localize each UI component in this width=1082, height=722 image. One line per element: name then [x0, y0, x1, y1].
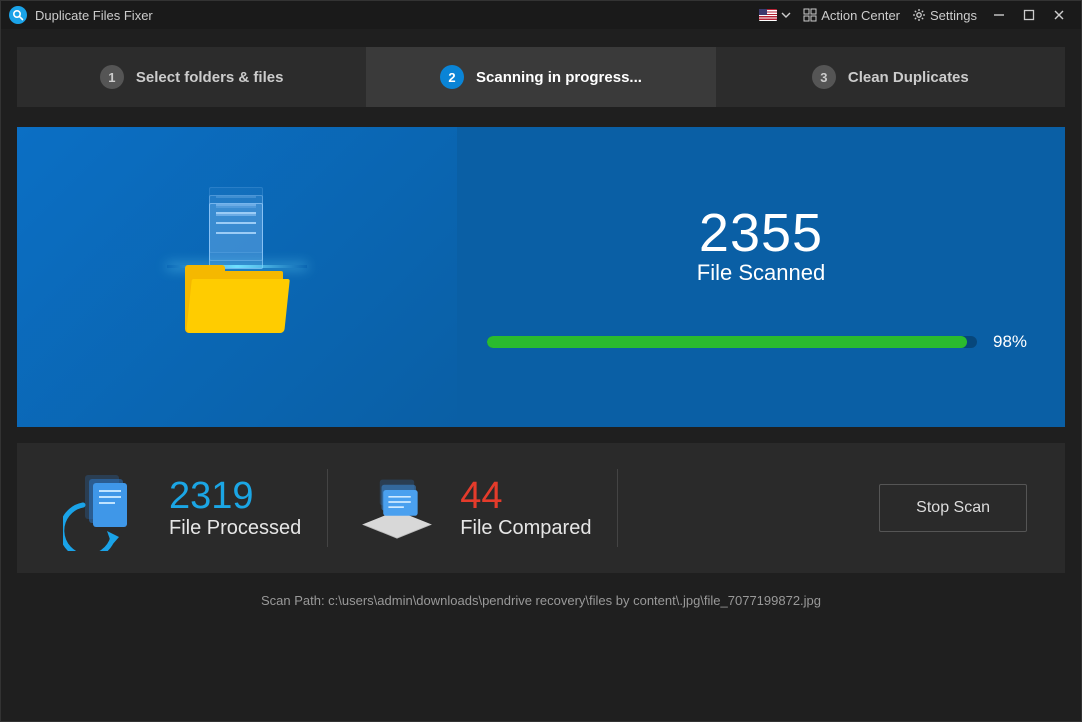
compared-label: File Compared [460, 517, 591, 540]
settings-label: Settings [930, 8, 977, 23]
step-label: Select folders & files [136, 69, 284, 86]
progress-row: 98% [487, 332, 1035, 352]
compared-icon [354, 465, 440, 551]
progress-fill [487, 336, 967, 348]
step-scanning[interactable]: 2 Scanning in progress... [366, 47, 715, 107]
files-scanned-label: File Scanned [697, 260, 825, 286]
step-clean-duplicates[interactable]: 3 Clean Duplicates [716, 47, 1065, 107]
stats-panel: 2319 File Processed 44 Fi [17, 443, 1065, 573]
app-title: Duplicate Files Fixer [35, 8, 153, 23]
maximize-button[interactable] [1015, 1, 1043, 29]
processed-icon [63, 465, 149, 551]
scan-status-area: 2355 File Scanned 98% [457, 127, 1065, 427]
step-label: Clean Duplicates [848, 69, 969, 86]
grid-icon [803, 8, 817, 22]
scan-path-text: Scan Path: c:\users\admin\downloads\pend… [1, 593, 1081, 608]
maximize-icon [1023, 9, 1035, 21]
progress-bar [487, 336, 977, 348]
processed-count: 2319 [169, 477, 301, 515]
step-select-folders[interactable]: 1 Select folders & files [17, 47, 366, 107]
step-number: 1 [100, 65, 124, 89]
app-window: Duplicate Files Fixer Action Center Sett… [0, 0, 1082, 722]
stat-compared: 44 File Compared [328, 465, 617, 551]
chevron-down-icon [781, 10, 791, 20]
steps-bar: 1 Select folders & files 2 Scanning in p… [17, 47, 1065, 107]
flag-us-icon [759, 9, 777, 21]
titlebar: Duplicate Files Fixer Action Center Sett… [1, 1, 1081, 29]
stat-processed: 2319 File Processed [37, 465, 327, 551]
compared-count: 44 [460, 477, 591, 515]
processed-label: File Processed [169, 517, 301, 540]
action-center-button[interactable]: Action Center [803, 8, 900, 23]
step-number: 3 [812, 65, 836, 89]
folder-scan-icon [167, 207, 307, 347]
close-button[interactable] [1045, 1, 1073, 29]
close-icon [1053, 9, 1065, 21]
stop-scan-button[interactable]: Stop Scan [879, 484, 1027, 532]
step-label: Scanning in progress... [476, 69, 642, 86]
step-number: 2 [440, 65, 464, 89]
language-selector[interactable] [759, 9, 791, 21]
divider [617, 469, 618, 547]
app-logo-icon [9, 6, 27, 24]
minimize-icon [993, 9, 1005, 21]
progress-percent: 98% [993, 332, 1035, 352]
scan-animation-area [17, 127, 457, 427]
minimize-button[interactable] [985, 1, 1013, 29]
scan-panel: 2355 File Scanned 98% [17, 127, 1065, 427]
action-center-label: Action Center [821, 8, 900, 23]
settings-button[interactable]: Settings [912, 8, 977, 23]
gear-icon [912, 8, 926, 22]
files-scanned-count: 2355 [699, 202, 823, 264]
